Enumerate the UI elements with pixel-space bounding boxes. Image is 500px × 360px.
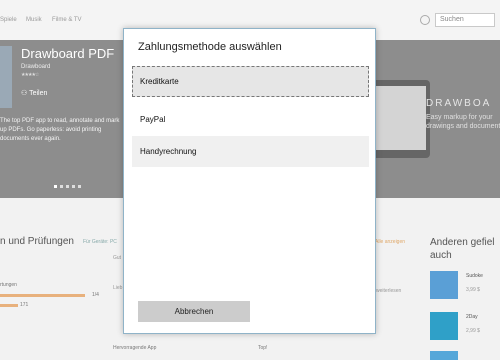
promo-screenshot	[376, 86, 426, 150]
rating-bar-value: 1/4	[92, 292, 99, 298]
option-credit-card[interactable]: Kreditkarte	[132, 66, 369, 97]
option-mobile-billing[interactable]: Handyrechnung	[132, 136, 369, 167]
search-placeholder: Suchen	[440, 16, 464, 23]
review-title: Top!	[258, 345, 268, 351]
rating-bar-value: 171	[20, 302, 29, 308]
review-title: Hervorragende App	[113, 345, 157, 351]
payment-method-dialog: Zahlungsmethode auswählen Kreditkarte Pa…	[123, 28, 376, 334]
read-more-link[interactable]: weiterlesen	[376, 288, 401, 294]
rating-bar	[0, 304, 18, 307]
carousel-indicator	[54, 185, 81, 188]
share-label: Teilen	[29, 90, 48, 97]
recommended-app-name[interactable]: 2Day	[466, 314, 478, 320]
carousel-dot[interactable]	[78, 185, 81, 188]
carousel-dot[interactable]	[54, 185, 57, 188]
dialog-title: Zahlungsmethode auswählen	[138, 41, 282, 53]
search-input[interactable]: Suchen	[435, 13, 495, 27]
option-paypal[interactable]: PayPal	[132, 104, 369, 135]
user-icon[interactable]	[420, 15, 430, 25]
promo-logo: DRAWBOA	[426, 98, 492, 109]
ratings-label: rtungen	[0, 282, 17, 288]
show-all-link[interactable]: Alle anzeigen	[375, 239, 405, 245]
share-button[interactable]: ⚇ Teilen	[21, 89, 47, 97]
nav-item-music[interactable]: Musik	[26, 17, 42, 23]
recommended-app-name[interactable]: Sudoke	[466, 273, 483, 279]
recommended-app-tile[interactable]	[430, 351, 458, 360]
others-liked-heading: Anderen gefiel auch	[430, 237, 495, 261]
carousel-dot[interactable]	[66, 185, 69, 188]
nav-item-movies[interactable]: Filme & TV	[52, 17, 82, 23]
review-snippet: Lieb	[113, 285, 123, 291]
review-snippet: Gut	[113, 255, 122, 261]
app-logo	[0, 46, 12, 108]
carousel-dot[interactable]	[60, 185, 63, 188]
recommended-app-price: 2,99 $	[466, 328, 480, 334]
recommended-app-tile[interactable]	[430, 312, 458, 340]
promo-tagline: Easy markup for your drawings and docume…	[426, 114, 500, 130]
reviews-device-filter[interactable]: Für Geräte: PC	[83, 239, 117, 245]
rating-bar	[0, 294, 85, 297]
rating-stars: ★★★★☆	[21, 72, 39, 78]
recommended-app-price: 3,99 $	[466, 287, 480, 293]
recommended-app-tile[interactable]	[430, 271, 458, 299]
app-description: The top PDF app to read, annotate and ma…	[0, 118, 120, 142]
app-publisher[interactable]: Drawboard	[21, 64, 50, 70]
carousel-dot[interactable]	[72, 185, 75, 188]
reviews-heading: n und Prüfungen	[0, 236, 74, 247]
nav-item-games[interactable]: Spiele	[0, 17, 17, 23]
share-icon: ⚇	[21, 90, 30, 97]
app-title: Drawboard PDF	[21, 46, 115, 61]
cancel-button[interactable]: Abbrechen	[138, 301, 250, 322]
